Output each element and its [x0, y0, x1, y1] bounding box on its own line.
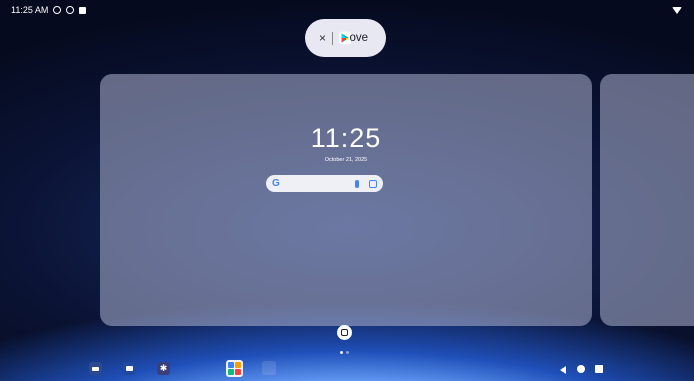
google-logo-icon: G [272, 178, 280, 189]
settings-icon[interactable]: ✱ [157, 362, 170, 375]
date-text: October 21, 2025 [324, 157, 368, 163]
remove-pill[interactable]: × ove [305, 19, 386, 57]
lens-icon[interactable] [369, 179, 377, 188]
page-dot-active [340, 351, 343, 354]
clock-widget: 11:25 [310, 123, 382, 153]
select-icon [341, 329, 348, 336]
pill-divider [332, 31, 333, 45]
remote-app-icon[interactable] [89, 362, 102, 375]
recents-icon[interactable] [595, 365, 603, 373]
select-button[interactable] [337, 325, 352, 340]
settings-icon [53, 6, 62, 14]
search-bar-actions [355, 179, 377, 188]
shield-icon [66, 6, 75, 14]
faded-app-icon [262, 361, 276, 375]
search-bar[interactable]: G [266, 175, 383, 192]
status-bar: 11:25 AM [0, 0, 694, 20]
page-dot [346, 351, 349, 354]
files-icon[interactable] [123, 362, 136, 375]
back-icon[interactable] [560, 366, 566, 374]
mic-icon[interactable] [355, 179, 359, 188]
recent-task-card[interactable]: 11:25 October 21, 2025 G [100, 74, 592, 326]
page-indicator [340, 351, 349, 354]
home-icon[interactable] [577, 365, 585, 373]
recent-task-card-next[interactable] [600, 74, 694, 326]
status-time: 11:25 AM [11, 5, 49, 15]
remove-label: ove [349, 32, 368, 44]
close-icon[interactable]: × [319, 32, 326, 44]
stop-icon [79, 6, 87, 14]
status-left: 11:25 AM [11, 5, 87, 15]
wifi-icon [672, 6, 682, 14]
app-grid-icon[interactable] [226, 360, 243, 377]
